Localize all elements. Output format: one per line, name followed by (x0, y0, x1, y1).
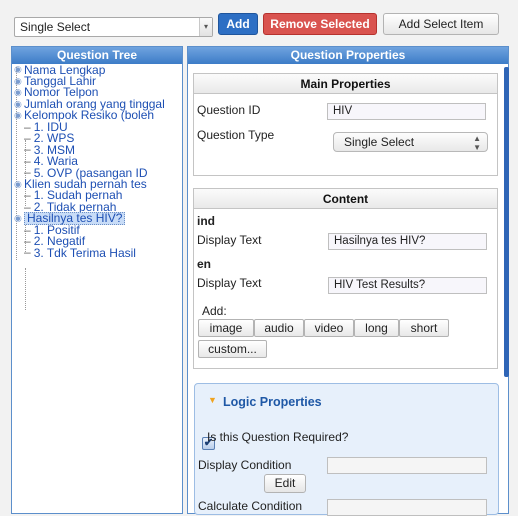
display-text-input-ind[interactable]: Hasilnya tes HIV? (328, 233, 487, 250)
question-type-select[interactable]: Single Select ▾ (14, 17, 213, 37)
display-text-label-en: Display Text (197, 276, 262, 290)
add-select-item-button[interactable]: Add Select Item (383, 13, 499, 35)
display-text-input-en[interactable]: HIV Test Results? (328, 277, 487, 294)
collapse-arrow-icon[interactable]: ▼ (208, 395, 217, 405)
display-text-label-ind: Display Text (197, 233, 262, 247)
logic-properties-title[interactable]: Logic Properties (223, 395, 322, 409)
tree-node-icon: ◉ (14, 64, 22, 75)
main-properties-title: Main Properties (194, 74, 497, 94)
tree-subitem[interactable]: –3. Tdk Terima Hasil (24, 247, 136, 259)
question-properties-panel: Question Properties Main Properties Ques… (187, 46, 509, 516)
custom-button[interactable]: custom... (198, 340, 267, 358)
question-tree: ◉ Nama Lengkap ◉ Tanggal Lahir ◉ Nomor Telpon… (12, 64, 182, 513)
edit-button[interactable]: Edit (264, 474, 306, 493)
tree-node-icon: ◉ (14, 75, 22, 86)
image-button[interactable]: image (198, 319, 254, 337)
content-title: Content (194, 189, 497, 209)
video-button[interactable]: video (304, 319, 354, 337)
question-tree-header: Question Tree (12, 47, 182, 64)
question-id-input[interactable]: HIV (327, 103, 486, 120)
main-properties-section: Main Properties Question ID HIV Question… (193, 73, 498, 176)
scrollbar[interactable] (504, 67, 509, 377)
tree-node-icon: ◉ (14, 87, 22, 98)
question-type-dropdown[interactable]: Single Select ▲ ▼ (333, 132, 488, 152)
tree-node-icon: ◉ (14, 178, 22, 189)
language-label-en: en (197, 257, 212, 271)
display-condition-label: Display Condition (198, 458, 292, 472)
tree-item-label: 3. Tdk Terima Hasil (33, 245, 136, 260)
tree-branch-icon: – (24, 245, 31, 260)
question-properties-header: Question Properties (188, 47, 508, 64)
language-label-ind: ind (197, 214, 215, 228)
add-button[interactable]: Add (218, 13, 258, 35)
updown-arrows-icon: ▲ ▼ (473, 134, 481, 152)
tree-node-icon: ◉ (14, 110, 22, 121)
short-button[interactable]: short (399, 319, 449, 337)
display-condition-input[interactable] (327, 457, 487, 474)
remove-selected-button[interactable]: Remove Selected (263, 13, 377, 35)
tree-guide-line (25, 268, 26, 310)
calculate-condition-label: Calculate Condition (198, 499, 303, 513)
tree-node-icon: ◉ (14, 213, 22, 224)
audio-button[interactable]: audio (254, 319, 304, 337)
content-section: Content ind Display Text Hasilnya tes HI… (193, 188, 498, 369)
required-label: Is this Question Required? (207, 430, 349, 444)
dropdown-arrow-icon[interactable]: ▾ (199, 18, 212, 36)
long-button[interactable]: long (354, 319, 399, 337)
logic-properties-section: ▼ Logic Properties ✔ Is this Question Re… (194, 383, 499, 516)
calculate-condition-input[interactable] (327, 499, 487, 516)
question-tree-panel: Question Tree ◉ Nama Lengkap ◉ Tanggal Lahi… (11, 46, 183, 514)
add-media-label: Add: (202, 304, 227, 318)
question-id-label: Question ID (197, 103, 261, 117)
toolbar: Single Select ▾ Add Remove Selected Add … (0, 0, 518, 44)
question-type-label: Question Type (197, 128, 275, 142)
question-type-select-value: Single Select (20, 20, 91, 34)
tree-node-icon: ◉ (14, 98, 22, 109)
question-type-dropdown-value: Single Select (344, 135, 415, 149)
